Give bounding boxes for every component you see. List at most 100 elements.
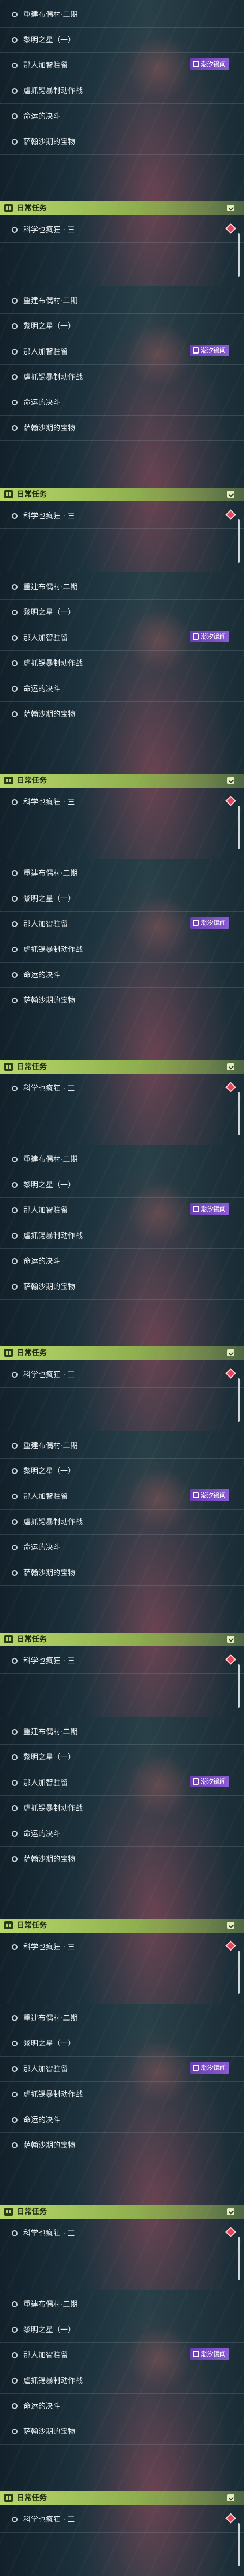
check-icon[interactable] bbox=[227, 1349, 234, 1356]
event-badge[interactable]: 潮汐镜闻 bbox=[190, 345, 229, 356]
daily-quest-row[interactable]: 科学也疯狂 · 三 bbox=[0, 1076, 244, 1101]
check-icon[interactable] bbox=[227, 491, 234, 498]
scrollbar-thumb[interactable] bbox=[238, 1951, 240, 1994]
quest-row[interactable]: 那人加智驻留 潮汐镜闻 bbox=[0, 912, 244, 937]
check-icon[interactable] bbox=[227, 1636, 234, 1643]
daily-quest-row[interactable]: 科学也疯狂 · 三 bbox=[0, 504, 244, 529]
quest-row[interactable]: 那人加智驻留 潮汐镜闻 bbox=[0, 2057, 244, 2082]
quest-row[interactable]: 那人加智驻留 潮汐镜闻 bbox=[0, 1198, 244, 1223]
quest-row[interactable]: 虐抓锡暴制动作战 bbox=[0, 365, 244, 390]
quest-row[interactable]: 虐抓锡暴制动作战 bbox=[0, 1223, 244, 1249]
daily-tasks-header[interactable]: 日常任务 bbox=[0, 1919, 244, 1933]
check-icon[interactable] bbox=[227, 2208, 234, 2215]
check-icon[interactable] bbox=[227, 205, 234, 211]
quest-row[interactable]: 重建布偶村·二期 bbox=[0, 575, 244, 600]
quest-row[interactable]: 黎明之星（一） bbox=[0, 1745, 244, 1770]
scrollbar-thumb[interactable] bbox=[238, 2237, 240, 2280]
daily-tasks-header[interactable]: 日常任务 bbox=[0, 2205, 244, 2219]
check-icon[interactable] bbox=[227, 1922, 234, 1929]
event-badge[interactable]: 潮汐镜闻 bbox=[190, 1776, 229, 1787]
daily-tasks-header[interactable]: 日常任务 bbox=[0, 1060, 244, 1074]
quest-row[interactable]: 那人加智驻留 潮汐镜闻 bbox=[0, 339, 244, 365]
quest-row[interactable]: 黎明之星（一） bbox=[0, 2031, 244, 2057]
event-badge[interactable]: 潮汐镜闻 bbox=[190, 2062, 229, 2074]
quest-row[interactable]: 那人加智驻留 潮汐镜闻 bbox=[0, 2343, 244, 2368]
scrollbar-thumb[interactable] bbox=[238, 233, 240, 277]
quest-row[interactable]: 虐抓锡暴制动作战 bbox=[0, 1796, 244, 1821]
daily-tasks-header[interactable]: 日常任务 bbox=[0, 1346, 244, 1360]
daily-quest-row[interactable]: 科学也疯狂 · 三 bbox=[0, 1362, 244, 1388]
daily-tasks-header[interactable]: 日常任务 bbox=[0, 201, 244, 215]
quest-row[interactable]: 黎明之星（一） bbox=[0, 600, 244, 625]
quest-row[interactable]: 命运的决斗 bbox=[0, 1821, 244, 1847]
quest-row[interactable]: 萨翰沙期的宝物 bbox=[0, 2419, 244, 2445]
quest-row[interactable]: 重建布偶村·二期 bbox=[0, 2, 244, 28]
quest-row[interactable]: 命运的决斗 bbox=[0, 1535, 244, 1560]
quest-row[interactable]: 那人加智驻留 潮汐镜闻 bbox=[0, 625, 244, 651]
quest-row[interactable]: 重建布偶村·二期 bbox=[0, 1147, 244, 1172]
quest-row[interactable]: 萨翰沙期的宝物 bbox=[0, 1560, 244, 1586]
quest-row[interactable]: 黎明之星（一） bbox=[0, 2317, 244, 2343]
quest-title: 命运的决斗 bbox=[23, 2402, 60, 2411]
quest-row[interactable]: 黎明之星（一） bbox=[0, 1172, 244, 1198]
daily-quest-row[interactable]: 科学也疯狂 · 三 bbox=[0, 790, 244, 815]
daily-quest-row[interactable]: 科学也疯狂 · 三 bbox=[0, 2507, 244, 2533]
daily-tasks-header[interactable]: 日常任务 bbox=[0, 1633, 244, 1646]
check-icon[interactable] bbox=[227, 1063, 234, 1070]
quest-row[interactable]: 虐抓锡暴制动作战 bbox=[0, 937, 244, 963]
scrollbar-thumb[interactable] bbox=[238, 519, 240, 563]
quest-row[interactable]: 命运的决斗 bbox=[0, 390, 244, 416]
daily-quest-row[interactable]: 科学也疯狂 · 三 bbox=[0, 217, 244, 243]
quest-row[interactable]: 虐抓锡暴制动作战 bbox=[0, 1510, 244, 1535]
daily-tasks-header[interactable]: 日常任务 bbox=[0, 488, 244, 501]
check-icon[interactable] bbox=[227, 777, 234, 784]
quest-row[interactable]: 虐抓锡暴制动作战 bbox=[0, 2082, 244, 2107]
quest-row[interactable]: 命运的决斗 bbox=[0, 2107, 244, 2133]
quest-row[interactable]: 虐抓锡暴制动作战 bbox=[0, 78, 244, 104]
event-badge[interactable]: 潮汐镜闻 bbox=[190, 1203, 229, 1215]
quest-row[interactable]: 重建布偶村·二期 bbox=[0, 861, 244, 886]
quest-row[interactable]: 萨翰沙期的宝物 bbox=[0, 1847, 244, 1872]
scrollbar-thumb[interactable] bbox=[238, 2523, 240, 2566]
scrollbar-thumb[interactable] bbox=[238, 1664, 240, 1708]
scrollbar-thumb[interactable] bbox=[238, 1092, 240, 1135]
quest-row[interactable]: 萨翰沙期的宝物 bbox=[0, 2133, 244, 2158]
quest-row[interactable]: 重建布偶村·二期 bbox=[0, 1433, 244, 1459]
quest-row[interactable]: 命运的决斗 bbox=[0, 2394, 244, 2419]
event-badge[interactable]: 潮汐镜闻 bbox=[190, 917, 229, 929]
quest-row[interactable]: 那人加智驻留 潮汐镜闻 bbox=[0, 1770, 244, 1796]
quest-row[interactable]: 重建布偶村·二期 bbox=[0, 2006, 244, 2031]
quest-row[interactable]: 萨翰沙期的宝物 bbox=[0, 416, 244, 441]
quest-row[interactable]: 虐抓锡暴制动作战 bbox=[0, 651, 244, 676]
scrollbar-thumb[interactable] bbox=[238, 1378, 240, 1422]
check-icon[interactable] bbox=[227, 2494, 234, 2501]
event-badge[interactable]: 潮汐镜闻 bbox=[190, 1489, 229, 1501]
quest-row[interactable]: 那人加智驻留 潮汐镜闻 bbox=[0, 1484, 244, 1510]
quest-row[interactable]: 命运的决斗 bbox=[0, 1249, 244, 1274]
daily-quest-row[interactable]: 科学也疯狂 · 三 bbox=[0, 2221, 244, 2246]
quest-row[interactable]: 命运的决斗 bbox=[0, 676, 244, 702]
quest-row[interactable]: 黎明之星（一） bbox=[0, 886, 244, 912]
daily-quest-row[interactable]: 科学也疯狂 · 三 bbox=[0, 1648, 244, 1674]
quest-row[interactable]: 黎明之星（一） bbox=[0, 1459, 244, 1484]
quest-row[interactable]: 黎明之星（一） bbox=[0, 314, 244, 339]
daily-tasks-header[interactable]: 日常任务 bbox=[0, 2491, 244, 2505]
event-badge[interactable]: 潮汐镜闻 bbox=[190, 2348, 229, 2360]
quest-row[interactable]: 那人加智驻留 潮汐镜闻 bbox=[0, 53, 244, 78]
quest-row[interactable]: 萨翰沙期的宝物 bbox=[0, 1274, 244, 1300]
daily-quest-row[interactable]: 科学也疯狂 · 三 bbox=[0, 1935, 244, 1960]
daily-tasks-header[interactable]: 日常任务 bbox=[0, 774, 244, 788]
quest-row[interactable]: 命运的决斗 bbox=[0, 104, 244, 129]
quest-row[interactable]: 命运的决斗 bbox=[0, 963, 244, 988]
event-badge[interactable]: 潮汐镜闻 bbox=[190, 631, 229, 642]
quest-row[interactable]: 重建布偶村·二期 bbox=[0, 1719, 244, 1745]
event-badge[interactable]: 潮汐镜闻 bbox=[190, 58, 229, 70]
quest-row[interactable]: 萨翰沙期的宝物 bbox=[0, 988, 244, 1013]
quest-row[interactable]: 重建布偶村·二期 bbox=[0, 2292, 244, 2317]
scrollbar-thumb[interactable] bbox=[238, 806, 240, 849]
quest-row[interactable]: 黎明之星（一） bbox=[0, 28, 244, 53]
quest-row[interactable]: 萨翰沙期的宝物 bbox=[0, 702, 244, 727]
quest-row[interactable]: 虐抓锡暴制动作战 bbox=[0, 2368, 244, 2394]
quest-row[interactable]: 重建布偶村·二期 bbox=[0, 288, 244, 314]
quest-row[interactable]: 萨翰沙期的宝物 bbox=[0, 129, 244, 155]
